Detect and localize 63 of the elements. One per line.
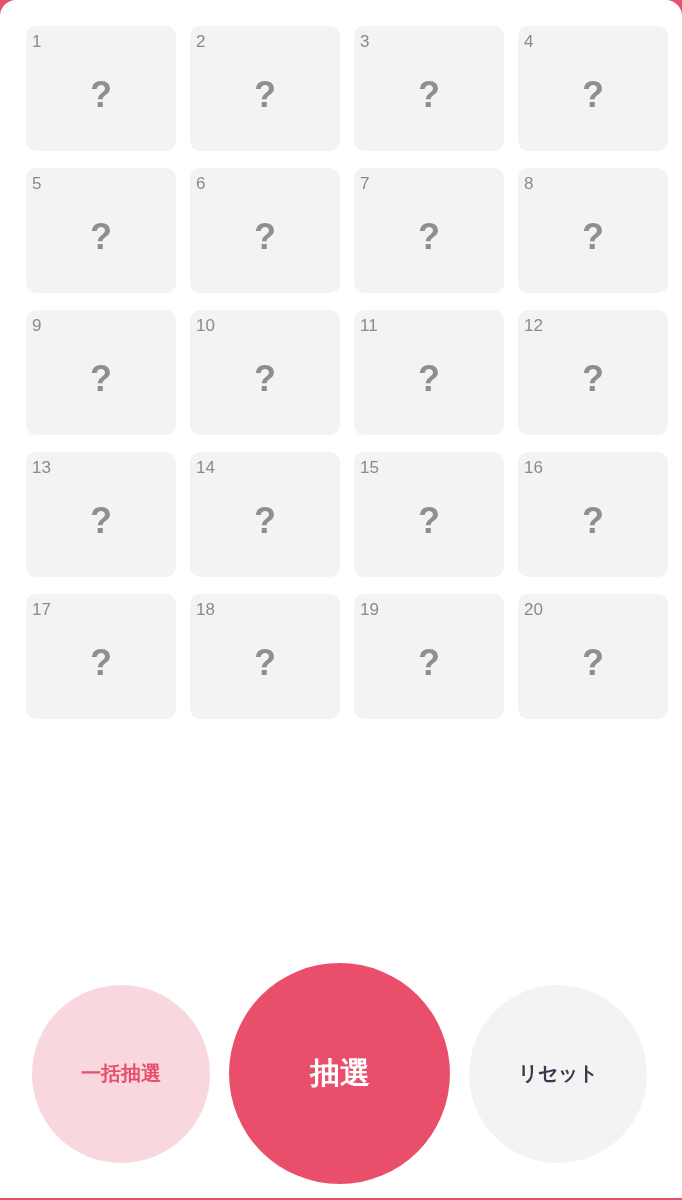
slot-number: 14 bbox=[196, 459, 215, 476]
question-mark: ? bbox=[582, 502, 604, 539]
slot-card[interactable]: 17 ? bbox=[26, 594, 176, 719]
slot-card[interactable]: 9 ? bbox=[26, 310, 176, 435]
slot-number: 9 bbox=[32, 317, 42, 334]
question-mark: ? bbox=[582, 76, 604, 113]
slot-card[interactable]: 13 ? bbox=[26, 452, 176, 577]
slot-card[interactable]: 4 ? bbox=[518, 26, 668, 151]
slot-card[interactable]: 11 ? bbox=[354, 310, 504, 435]
slot-number: 4 bbox=[524, 33, 534, 50]
slot-card[interactable]: 20 ? bbox=[518, 594, 668, 719]
question-mark: ? bbox=[254, 360, 276, 397]
slot-number: 7 bbox=[360, 175, 370, 192]
question-mark: ? bbox=[254, 502, 276, 539]
question-mark: ? bbox=[254, 218, 276, 255]
slot-number: 8 bbox=[524, 175, 534, 192]
slot-card[interactable]: 8 ? bbox=[518, 168, 668, 293]
question-mark: ? bbox=[418, 360, 440, 397]
slot-card[interactable]: 12 ? bbox=[518, 310, 668, 435]
slot-card[interactable]: 19 ? bbox=[354, 594, 504, 719]
question-mark: ? bbox=[418, 644, 440, 681]
slot-number: 1 bbox=[32, 33, 42, 50]
slot-number: 6 bbox=[196, 175, 206, 192]
slot-card[interactable]: 10 ? bbox=[190, 310, 340, 435]
reset-button[interactable]: リセット bbox=[469, 984, 647, 1163]
question-mark: ? bbox=[582, 644, 604, 681]
slot-card[interactable]: 2 ? bbox=[190, 26, 340, 151]
question-mark: ? bbox=[418, 502, 440, 539]
slot-card[interactable]: 1 ? bbox=[26, 26, 176, 151]
question-mark: ? bbox=[582, 218, 604, 255]
question-mark: ? bbox=[254, 76, 276, 113]
slot-number: 15 bbox=[360, 459, 379, 476]
question-mark: ? bbox=[582, 360, 604, 397]
slot-card[interactable]: 16 ? bbox=[518, 452, 668, 577]
slot-number: 10 bbox=[196, 317, 215, 334]
question-mark: ? bbox=[254, 644, 276, 681]
slot-card[interactable]: 15 ? bbox=[354, 452, 504, 577]
slot-number: 12 bbox=[524, 317, 543, 334]
slot-number: 20 bbox=[524, 601, 543, 618]
question-mark: ? bbox=[418, 76, 440, 113]
question-mark: ? bbox=[90, 76, 112, 113]
draw-button[interactable]: 抽選 bbox=[229, 963, 450, 1184]
slot-card[interactable]: 5 ? bbox=[26, 168, 176, 293]
slot-number: 5 bbox=[32, 175, 42, 192]
slot-card[interactable]: 14 ? bbox=[190, 452, 340, 577]
slot-number: 2 bbox=[196, 33, 206, 50]
question-mark: ? bbox=[90, 502, 112, 539]
question-mark: ? bbox=[90, 218, 112, 255]
question-mark: ? bbox=[418, 218, 440, 255]
slot-number: 18 bbox=[196, 601, 215, 618]
question-mark: ? bbox=[90, 360, 112, 397]
slot-number: 13 bbox=[32, 459, 51, 476]
slot-card[interactable]: 7 ? bbox=[354, 168, 504, 293]
slot-card[interactable]: 6 ? bbox=[190, 168, 340, 293]
draw-all-button[interactable]: 一括抽選 bbox=[32, 984, 210, 1163]
question-mark: ? bbox=[90, 644, 112, 681]
slot-number: 17 bbox=[32, 601, 51, 618]
slot-card[interactable]: 18 ? bbox=[190, 594, 340, 719]
slot-number: 16 bbox=[524, 459, 543, 476]
slot-number: 19 bbox=[360, 601, 379, 618]
slot-number: 3 bbox=[360, 33, 370, 50]
slot-card[interactable]: 3 ? bbox=[354, 26, 504, 151]
slot-number: 11 bbox=[360, 317, 378, 334]
